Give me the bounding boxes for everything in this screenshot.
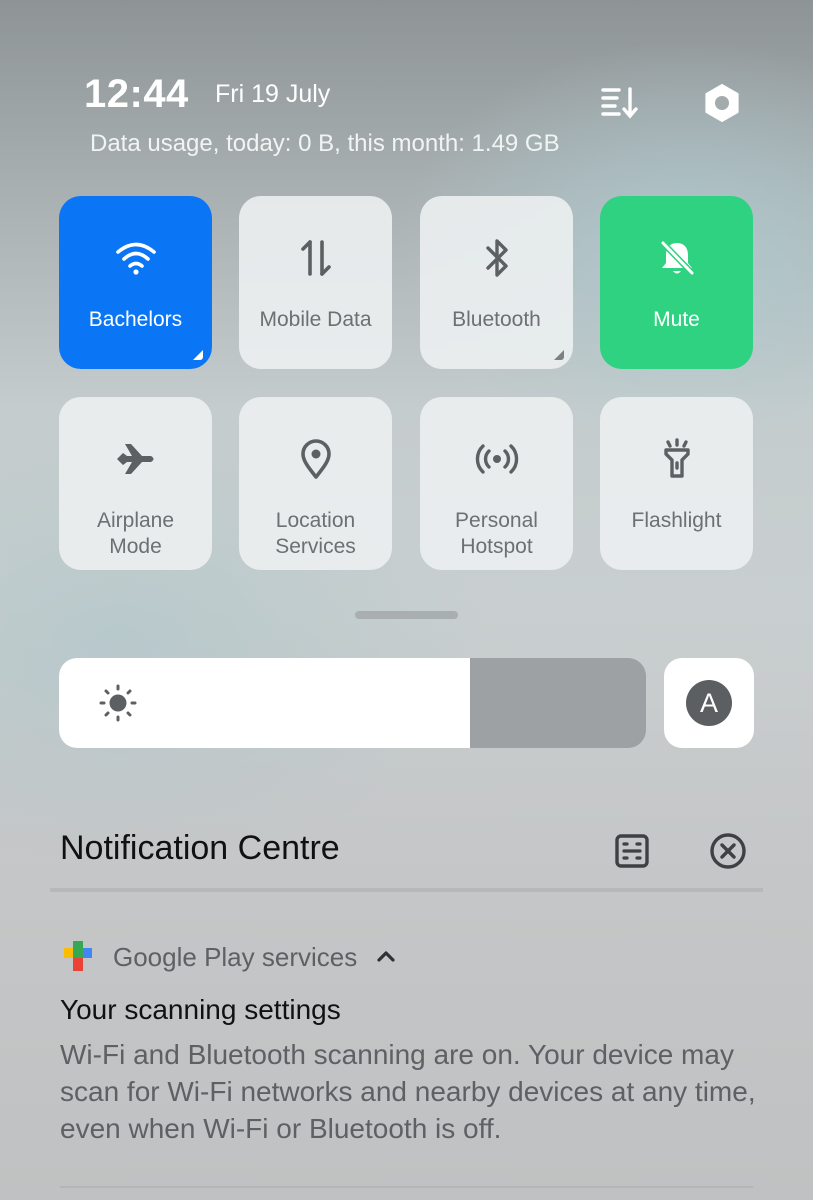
tile-flashlight-label: Flashlight [631,509,722,532]
settings-button[interactable] [697,78,747,128]
tile-hotspot-label-line1: Personal [455,509,538,532]
notification-body: Wi-Fi and Bluetooth scanning are on. You… [60,1039,756,1144]
tile-mute[interactable]: Mute [600,196,753,369]
brightness-slider[interactable] [59,658,646,748]
settings-hexagon-icon [705,84,739,122]
tile-hotspot-label-line2: Hotspot [460,535,533,558]
airplane-icon [116,444,153,474]
auto-brightness-icon: A [686,680,732,726]
tile-location-label-line2: Services [275,535,356,558]
tile-airplane-mode[interactable]: Airplane Mode [59,397,212,570]
edit-tiles-button[interactable] [594,78,644,128]
tile-wifi-label: Bachelors [88,308,183,331]
tile-location-services[interactable]: Location Services [239,397,392,570]
manage-notifications-icon [615,834,649,868]
location-pin-icon [300,439,331,479]
tile-airplane-label-line2: Mode [109,535,162,558]
notification-centre-divider [50,888,763,892]
manage-notifications-button[interactable] [607,826,657,876]
notification-bottom-divider [60,1186,753,1188]
data-usage-text[interactable]: Data usage, today: 0 B, this month: 1.49… [90,130,560,158]
tile-airplane-label-line1: Airplane [96,509,175,532]
tile-mobile-data-label: Mobile Data [259,308,372,331]
hotspot-icon [475,444,518,474]
wifi-icon [115,242,156,275]
tile-personal-hotspot[interactable]: Personal Hotspot [420,397,573,570]
edit-tiles-icon [601,87,638,119]
clear-all-button[interactable] [703,826,753,876]
tile-location-label: Location Services [243,508,388,560]
notification-app-name: Google Play services [113,942,358,972]
sun-icon [99,684,137,722]
bluetooth-icon [485,239,508,277]
mobile-data-icon [300,240,331,276]
bell-off-icon [659,240,695,276]
panel-drag-handle[interactable] [355,611,458,619]
notification-centre-title: Notification Centre [60,829,340,867]
tile-wifi[interactable]: Bachelors [59,196,212,369]
auto-brightness-button[interactable]: A [664,658,754,748]
google-play-services-icon [64,941,92,971]
tile-airplane-label: Airplane Mode [63,508,208,560]
tile-wifi-more-indicator [193,350,203,360]
tile-mobile-data[interactable]: Mobile Data [239,196,392,369]
tile-location-label-line1: Location [275,509,356,532]
tile-flashlight[interactable]: Flashlight [600,397,753,570]
tile-bluetooth-label: Bluetooth [452,308,541,331]
notification-title: Your scanning settings [60,994,341,1025]
clear-all-icon [710,833,746,869]
clock-time: 12:44 [84,72,189,116]
date-label: Fri 19 July [215,80,331,108]
flashlight-icon [663,438,690,478]
tile-bluetooth[interactable]: Bluetooth [420,196,573,369]
tile-hotspot-label: Personal Hotspot [424,508,569,560]
tile-mute-label: Mute [653,308,700,331]
tile-bluetooth-more-indicator [554,350,564,360]
notification-card[interactable]: Google Play services Your scanning setti… [0,930,813,1160]
chevron-up-icon[interactable] [374,946,398,966]
